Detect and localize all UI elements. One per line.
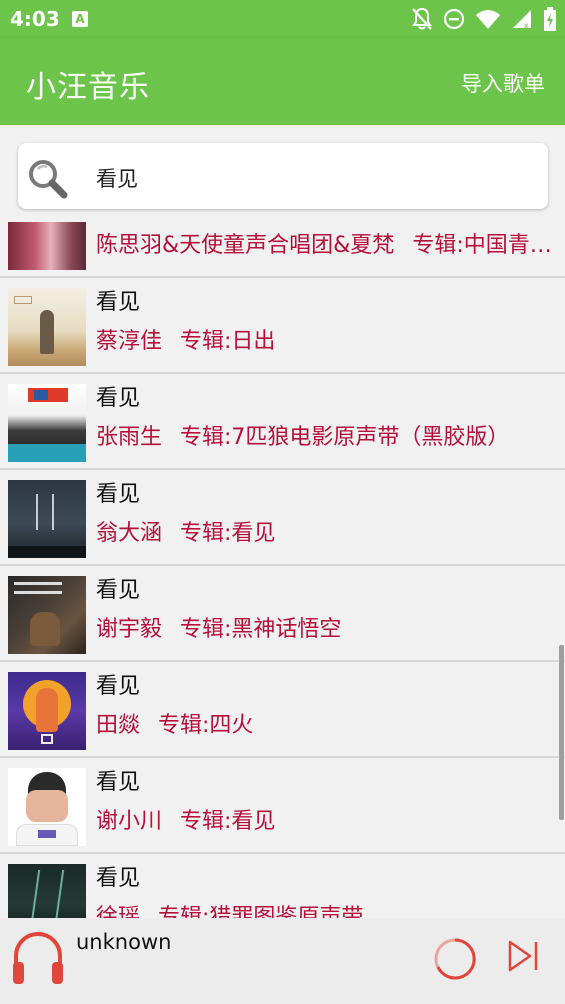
list-item[interactable]: 看见 张雨生 专辑:7匹狼电影原声带（黑胶版） xyxy=(0,374,565,470)
artist-name: 蔡淳佳 xyxy=(96,329,163,354)
list-item[interactable]: 陈思羽&天使童声合唱团&夏梵 专辑:中国青… xyxy=(0,222,565,278)
app-title: 小汪音乐 xyxy=(26,70,150,105)
album-cover xyxy=(8,864,86,918)
album-cover xyxy=(8,672,86,750)
song-meta: 陈思羽&天使童声合唱团&夏梵 专辑:中国青… xyxy=(96,227,561,259)
album-name: 专辑:看见 xyxy=(180,809,276,834)
wifi-icon xyxy=(476,10,500,29)
album-name: 专辑:中国青… xyxy=(412,233,552,258)
scrollbar[interactable] xyxy=(559,645,564,820)
album-name: 专辑:7匹狼电影原声带（黑胶版） xyxy=(180,425,510,450)
search-icon xyxy=(29,160,68,199)
song-title: 看见 xyxy=(96,386,141,411)
status-time: 4:03 xyxy=(10,7,60,31)
song-title: 看见 xyxy=(96,578,141,603)
song-title: 看见 xyxy=(96,674,141,699)
do-not-disturb-icon xyxy=(443,8,465,30)
album-cover xyxy=(8,480,86,558)
artist-name: 田燚 xyxy=(96,713,141,738)
search-query: 看见 xyxy=(96,167,138,191)
list-item[interactable]: 看见 翁大涵 专辑:看见 xyxy=(0,470,565,566)
list-item[interactable]: 看见 谢小川 专辑:看见 xyxy=(0,758,565,854)
album-name: 专辑:黑神话悟空 xyxy=(180,617,342,642)
album-name: 专辑:看见 xyxy=(180,521,276,546)
search-area: 看见 xyxy=(0,125,565,222)
album-cover xyxy=(8,222,86,270)
list-item[interactable]: 看见 蔡淳佳 专辑:日出 xyxy=(0,278,565,374)
artist-name: 张雨生 xyxy=(96,425,163,450)
song-meta: 田燚 专辑:四火 xyxy=(96,707,561,739)
album-cover xyxy=(8,576,86,654)
song-title: 看见 xyxy=(96,290,141,315)
list-item[interactable]: 看见 田燚 专辑:四火 xyxy=(0,662,565,758)
notifications-off-icon xyxy=(412,7,432,30)
track-title: unknown xyxy=(76,930,172,954)
app-bar: 小汪音乐 导入歌单 xyxy=(0,38,565,125)
album-name: 专辑:猎罪图鉴原声带 xyxy=(158,905,364,918)
artist-name: 谢小川 xyxy=(96,809,163,834)
skip-next-icon[interactable] xyxy=(506,938,542,974)
battery-charging-icon xyxy=(544,7,556,31)
album-name: 专辑:四火 xyxy=(158,713,254,738)
svg-text:x: x xyxy=(524,21,529,30)
song-title: 看见 xyxy=(96,866,141,891)
album-cover xyxy=(8,768,86,846)
play-progress-icon[interactable] xyxy=(432,936,478,982)
artist-name: 徐瑶 xyxy=(96,905,141,918)
results-list[interactable]: 陈思羽&天使童声合唱团&夏梵 专辑:中国青… 看见 蔡淳佳 专辑:日出 看见 张雨生… xyxy=(0,222,565,918)
list-item[interactable]: 看见 谢宇毅 专辑:黑神话悟空 xyxy=(0,566,565,662)
artist-name: 陈思羽&天使童声合唱团&夏梵 xyxy=(96,233,395,258)
song-meta: 蔡淳佳 专辑:日出 xyxy=(96,323,561,355)
album-cover xyxy=(8,288,86,366)
notification-a-icon: A xyxy=(72,11,88,27)
song-meta: 徐瑶 专辑:猎罪图鉴原声带 xyxy=(96,899,561,918)
song-title: 看见 xyxy=(96,770,141,795)
album-name: 专辑:日出 xyxy=(180,329,276,354)
search-input[interactable]: 看见 xyxy=(18,143,548,209)
song-meta: 翁大涵 专辑:看见 xyxy=(96,515,561,547)
list-item[interactable]: 看见 徐瑶 专辑:猎罪图鉴原声带 xyxy=(0,854,565,918)
headphone-icon xyxy=(13,932,63,984)
song-meta: 张雨生 专辑:7匹狼电影原声带（黑胶版） xyxy=(96,419,561,451)
cellular-signal-icon: x xyxy=(513,10,531,30)
status-icons: x xyxy=(411,6,557,32)
song-meta: 谢宇毅 专辑:黑神话悟空 xyxy=(96,611,561,643)
song-title: 看见 xyxy=(96,482,141,507)
status-bar: 4:03 A x xyxy=(0,0,565,38)
artist-name: 谢宇毅 xyxy=(96,617,163,642)
artist-name: 翁大涵 xyxy=(96,521,163,546)
song-meta: 谢小川 专辑:看见 xyxy=(96,803,561,835)
import-playlist-button[interactable]: 导入歌单 xyxy=(461,68,545,98)
mini-player[interactable]: unknown xyxy=(0,918,565,1004)
album-cover xyxy=(8,384,86,462)
